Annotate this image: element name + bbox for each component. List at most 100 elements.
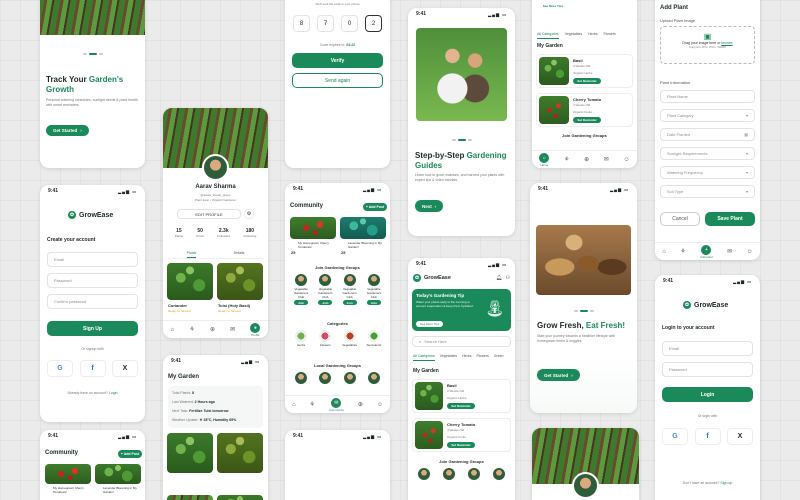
login-button[interactable]: Login <box>662 387 753 402</box>
signup-link[interactable]: Sign up <box>720 481 732 485</box>
sunlight-select[interactable]: Sunlight Requirements ▾ <box>660 147 755 160</box>
email-field[interactable]: Email <box>662 341 753 356</box>
date-planted-input[interactable]: Date Planted ▦ <box>660 128 755 141</box>
category-item[interactable]: Flowers <box>316 330 334 347</box>
category-item[interactable]: Succulents <box>365 330 383 347</box>
category-item[interactable]: Herbs <box>292 330 310 347</box>
search-input[interactable]: ⌕ Search Here <box>412 336 511 347</box>
watering-select[interactable]: Watering Frequency ▾ <box>660 166 755 179</box>
soil-type-select[interactable]: Soil Type ▾ <box>660 185 755 198</box>
facebook-icon[interactable]: f <box>694 428 721 445</box>
profile-icon[interactable]: ☺ <box>377 402 383 408</box>
send-again-button[interactable]: Send again <box>292 73 383 88</box>
home-nav-item[interactable]: ⌂ Home <box>539 152 550 167</box>
join-button[interactable]: Join <box>294 300 309 305</box>
category-item[interactable]: Vegetables <box>341 330 359 347</box>
email-field[interactable]: Email <box>47 252 138 267</box>
google-icon[interactable]: G <box>662 428 688 445</box>
home-icon[interactable]: ⌂ <box>292 402 296 408</box>
join-button[interactable]: Join <box>318 300 333 305</box>
otp-digit[interactable]: 0 <box>341 15 358 32</box>
see-more-tips-button[interactable]: See More Tips <box>416 321 444 327</box>
facebook-icon[interactable]: f <box>79 360 106 377</box>
signup-button[interactable]: Sign Up <box>47 321 138 336</box>
chevron-down-icon: ▾ <box>745 113 748 118</box>
home-icon[interactable]: ⌂ <box>662 249 666 255</box>
tab-green[interactable]: Green <box>494 354 504 361</box>
google-icon[interactable]: G <box>47 360 73 377</box>
tab-plants[interactable]: Plants <box>186 251 197 258</box>
profile-icon[interactable]: ☺ <box>623 157 629 163</box>
plant-category-select[interactable]: Plant Category ▾ <box>660 109 755 122</box>
join-button[interactable]: Join <box>342 300 357 305</box>
groups-row <box>412 468 511 480</box>
tab-details[interactable]: Details <box>234 251 245 258</box>
tab-flowers[interactable]: Flowers <box>476 354 488 361</box>
plant-icon[interactable]: ⚘ <box>189 326 194 333</box>
brand-logo: ✿ GrowEase <box>683 301 728 309</box>
get-started-button[interactable]: Get Started › <box>537 369 580 381</box>
tab-vegetables[interactable]: Vegetables <box>440 354 457 361</box>
chat-icon[interactable]: ✉ <box>230 326 235 333</box>
password-field[interactable]: Password <box>662 362 753 377</box>
bottom-nav: ⌂ ⚘ + Add plant ✉ ☺ <box>655 242 760 260</box>
tab-herbs[interactable]: Herbs <box>588 32 597 39</box>
set-reminder-button[interactable]: Set Reminder <box>447 403 475 409</box>
x-icon[interactable]: X <box>112 360 138 377</box>
tab-vegetables[interactable]: Vegetables <box>565 32 582 39</box>
bell-icon[interactable]: 🔔︎ <box>496 275 502 281</box>
share-icon[interactable]: ⚙ <box>244 209 254 219</box>
save-plant-button[interactable]: Save Plant <box>705 212 755 226</box>
category-icon <box>343 330 356 342</box>
tab-herbs[interactable]: Herbs <box>462 354 471 361</box>
plant-icon[interactable]: ⚘ <box>680 248 685 255</box>
group-card <box>415 468 433 480</box>
chat-icon[interactable]: ✉ <box>727 248 732 255</box>
community-nav-item[interactable]: ✉ Community <box>329 397 344 412</box>
login-link[interactable]: Login <box>109 391 118 395</box>
add-icon[interactable]: ⊕ <box>358 401 363 408</box>
tab-flowers[interactable]: Flowers <box>603 32 615 39</box>
set-reminder-button[interactable]: Set Reminder <box>447 442 475 448</box>
confirm-password-field[interactable]: Confirm password <box>47 294 138 309</box>
profile-icon[interactable]: ☺ <box>747 249 753 255</box>
comment-count: 25 <box>341 250 346 255</box>
edit-profile-button[interactable]: EDIT PROFILE <box>177 209 241 219</box>
add-post-button[interactable]: + Add Post <box>363 203 387 211</box>
x-icon[interactable]: X <box>727 428 753 445</box>
community-screen-bottom: 9:41 ▂▄▆ ▭ Community + Add Post My Homegr… <box>40 430 145 500</box>
tab-all[interactable]: All Categories <box>413 354 435 361</box>
profile-nav-item[interactable]: ● Profile <box>250 322 261 337</box>
tab-all[interactable]: All Categories <box>537 32 559 39</box>
add-icon[interactable]: ⊕ <box>584 156 589 163</box>
plant-name-input[interactable]: Plant Name <box>660 90 755 103</box>
time: 9:41 <box>663 278 674 284</box>
set-reminder-button[interactable]: Set Reminder <box>573 117 601 123</box>
upload-dropzone[interactable]: ▣ Drag your image here or browse Support… <box>660 26 755 64</box>
add-plant-nav-item[interactable]: + Add plant <box>700 244 713 259</box>
otp-digit[interactable]: 2 <box>365 15 382 32</box>
next-button[interactable]: Next › <box>415 200 444 212</box>
button-label: Get Started <box>544 372 569 378</box>
add-icon[interactable]: ⊕ <box>210 326 215 333</box>
plant-card[interactable]: Cherry Tomato 4 Weeks Old Organic Fruits… <box>536 93 633 127</box>
get-started-button[interactable]: Get Started › <box>46 125 89 136</box>
join-button[interactable]: Join <box>366 300 381 305</box>
set-reminder-button[interactable]: Set Reminder <box>573 78 601 84</box>
chat-icon[interactable]: ✉ <box>604 156 609 163</box>
cart-icon[interactable]: ⚇ <box>506 275 510 281</box>
add-post-button[interactable]: + Add Post <box>118 450 142 458</box>
timer-value: 03:22 <box>346 43 356 47</box>
otp-digit[interactable]: 7 <box>317 15 334 32</box>
plant-card[interactable]: Basil 3 Weeks Old Organic Herbs Set Remi… <box>536 54 633 88</box>
plant-card[interactable]: Basil 3 Weeks Old Organic Herbs Set Remi… <box>412 379 511 413</box>
plant-icon[interactable]: ⚘ <box>564 156 569 163</box>
plant-card[interactable]: Cherry Tomato 4 Weeks Old Organic Fruits… <box>412 418 511 452</box>
cancel-button[interactable]: Cancel <box>660 212 700 226</box>
plant-icon[interactable]: ⚘ <box>310 401 315 408</box>
password-field[interactable]: Password <box>47 273 138 288</box>
otp-digit[interactable]: 8 <box>293 15 310 32</box>
home-icon[interactable]: ⌂ <box>171 327 175 333</box>
see-more-tips-button[interactable]: See More Tips <box>538 2 568 9</box>
verify-button[interactable]: Verify <box>292 53 383 68</box>
